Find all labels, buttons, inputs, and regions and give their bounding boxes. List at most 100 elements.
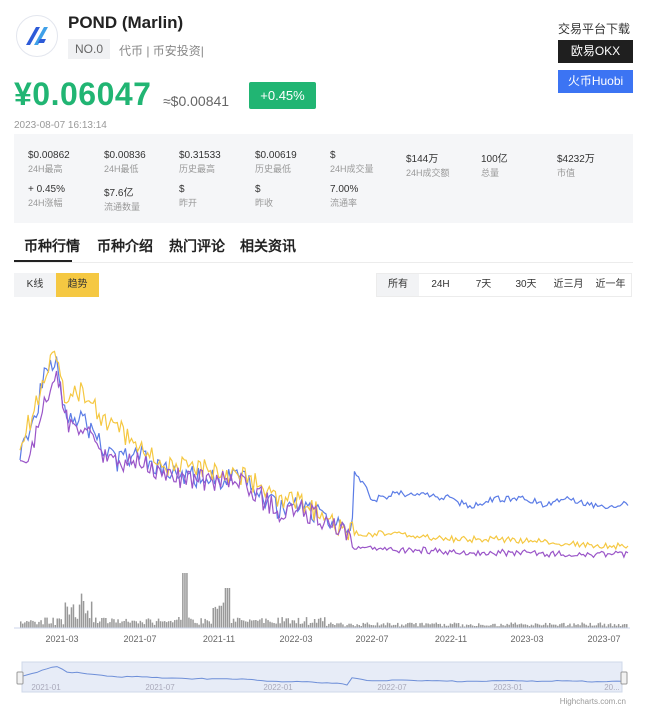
volume-bar xyxy=(259,619,261,628)
tab-news[interactable]: 相关资讯 xyxy=(240,236,296,256)
volume-bar xyxy=(182,573,184,628)
volume-bar xyxy=(411,622,413,628)
volume-bar xyxy=(196,623,198,628)
volume-bar xyxy=(342,624,344,628)
range-1y-button[interactable]: 近一年 xyxy=(590,274,631,296)
stat-label: 流通数量 xyxy=(104,202,141,212)
volume-bar xyxy=(322,621,324,628)
volume-bar xyxy=(433,623,435,628)
volume-bar xyxy=(293,620,296,628)
volume-bar xyxy=(301,623,304,628)
stat-value: $ xyxy=(255,184,261,195)
volume-bar xyxy=(251,620,253,628)
volume-bar xyxy=(119,623,121,628)
volume-bar xyxy=(107,623,109,628)
volume-bar xyxy=(603,623,606,628)
volume-bar xyxy=(206,620,208,628)
volume-bar xyxy=(48,623,50,628)
stat-value: 7.00% xyxy=(330,184,359,195)
range-30d-button[interactable]: 30天 xyxy=(505,274,547,296)
volume-bar xyxy=(512,623,514,628)
volume-bar xyxy=(437,624,439,628)
volume-bar xyxy=(332,624,334,628)
stat-value: $0.31533 xyxy=(179,150,221,161)
volume-bar xyxy=(577,624,579,628)
tab-market[interactable]: 币种行情 xyxy=(24,236,80,256)
volume-bar xyxy=(34,621,36,628)
volume-bar xyxy=(115,622,117,628)
volume-bar xyxy=(135,621,137,628)
volume-bar xyxy=(180,619,182,628)
volume-bar xyxy=(563,622,565,628)
volume-bar xyxy=(263,623,265,628)
tab-comments[interactable]: 热门评论 xyxy=(169,236,225,256)
volume-bar xyxy=(330,622,332,628)
volume-bar xyxy=(261,618,263,628)
stat-value: $0.00836 xyxy=(104,150,146,161)
navigator-label: 2022-01 xyxy=(263,683,293,692)
volume-bar xyxy=(429,624,431,628)
huobi-download-button[interactable]: 火币Huobi xyxy=(558,70,633,93)
range-all-button[interactable]: 所有 xyxy=(377,274,419,296)
price-change-badge: +0.45% xyxy=(249,82,316,109)
range-24h-button[interactable]: 24H xyxy=(419,274,462,296)
range-3m-button[interactable]: 近三月 xyxy=(547,274,590,296)
okx-download-button[interactable]: 欧易OKX xyxy=(558,40,633,63)
volume-bar xyxy=(401,624,403,628)
volume-bar xyxy=(202,623,204,628)
volume-bar xyxy=(397,622,399,628)
stat-ath: $0.31533 历史最高 xyxy=(179,150,249,175)
volume-bar xyxy=(366,622,369,628)
navigator[interactable]: 2021-01 2021-07 2022-01 2022-07 2023-01 20... xyxy=(16,661,628,693)
volume-bar xyxy=(313,619,316,628)
tab-intro[interactable]: 币种介绍 xyxy=(97,236,153,256)
volume-bar xyxy=(247,621,249,628)
x-tick-label: 2021-11 xyxy=(203,634,235,644)
price-usd: ≈$0.00841 xyxy=(163,93,230,109)
navigator-right-handle[interactable] xyxy=(620,671,628,685)
volume-bar xyxy=(281,617,283,628)
stat-label: 昨收 xyxy=(255,198,274,208)
volume-bar xyxy=(121,621,123,628)
volume-bar xyxy=(269,621,271,628)
volume-bar xyxy=(461,624,464,628)
volume-bar xyxy=(297,617,300,628)
volume-bar xyxy=(303,621,306,628)
price-series-line xyxy=(19,350,629,551)
volume-bar xyxy=(583,623,585,628)
volume-bar xyxy=(285,618,287,628)
trend-mode-button[interactable]: 趋势 xyxy=(56,273,99,297)
chart-credits[interactable]: Highcharts.com.cn xyxy=(560,697,626,706)
kline-mode-button[interactable]: K线 xyxy=(14,273,56,297)
volume-bar xyxy=(218,605,221,628)
coin-logo xyxy=(16,15,58,57)
volume-bar xyxy=(242,620,245,628)
volume-bar xyxy=(265,618,267,628)
stat-total-supply: 100亿 总量 xyxy=(481,150,551,179)
navigator-window[interactable] xyxy=(21,661,623,693)
volume-bar xyxy=(492,623,494,628)
volume-bar xyxy=(60,619,62,628)
volume-bar xyxy=(88,618,91,628)
navigator-left-handle[interactable] xyxy=(16,671,24,685)
volume-bar xyxy=(534,623,537,628)
volume-bar xyxy=(255,620,257,628)
volume-bar xyxy=(208,621,210,628)
volume-bar xyxy=(95,617,97,628)
volume-bar xyxy=(621,624,624,628)
price-trend-chart[interactable]: 2021-03 2021-07 2021-11 2022-03 2022-07 2022-… xyxy=(0,300,650,711)
volume-bar xyxy=(184,573,186,628)
coin-tags[interactable]: 代币 | 币安投资| xyxy=(119,42,204,59)
volume-bar xyxy=(200,618,202,628)
volume-bar xyxy=(78,604,81,628)
volume-bar xyxy=(317,618,320,628)
volume-bar xyxy=(109,622,111,628)
volume-bar xyxy=(581,622,583,628)
stat-24h-volume: $24H成交量 xyxy=(330,150,400,175)
volume-bar xyxy=(151,622,154,628)
volume-bar xyxy=(194,622,196,628)
volume-bar xyxy=(129,622,131,628)
rank-badge: NO.0 xyxy=(68,39,110,59)
range-7d-button[interactable]: 7天 xyxy=(462,274,505,296)
volume-bar xyxy=(222,602,225,628)
